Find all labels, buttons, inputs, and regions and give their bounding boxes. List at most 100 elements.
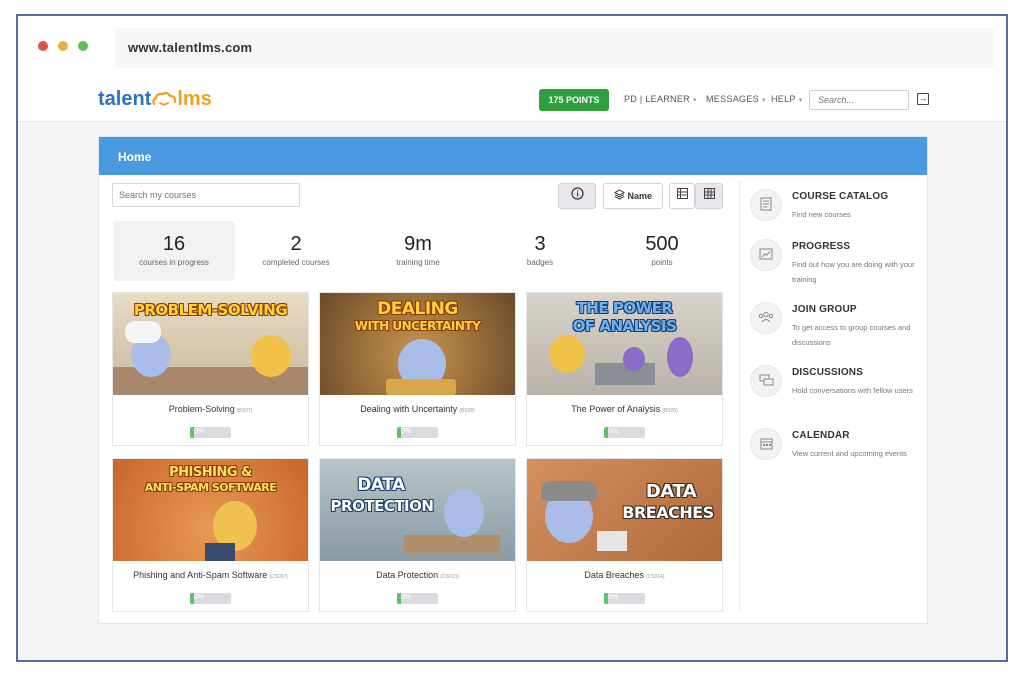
sidebar-item-join-group[interactable]: JOIN GROUP To get access to group course…: [750, 302, 920, 362]
browser-window: www.talentlms.com talent lms 175 POINTS P…: [16, 14, 1008, 662]
course-name: Dealing with Uncertainty (BS08): [320, 404, 515, 414]
grid-view-button[interactable]: [695, 183, 723, 209]
discussions-icon: [750, 365, 782, 397]
character-shape: [549, 335, 585, 373]
course-card-data-breaches[interactable]: DATA BREACHES Data Breaches (CS014) 0%: [526, 458, 723, 612]
points-button[interactable]: 175 POINTS: [539, 89, 609, 111]
course-name-text: The Power of Analysis: [571, 404, 661, 414]
global-search-input[interactable]: [809, 90, 909, 110]
sidebar-item-desc: To get access to group courses and discu…: [792, 323, 911, 347]
laptop-shape: [597, 531, 627, 551]
stat-badges[interactable]: 3 badges: [479, 221, 601, 281]
thumbnail-title-line-1: DATA: [357, 475, 405, 495]
grid-view-icon: [703, 188, 715, 199]
stat-value: 9m: [404, 233, 432, 255]
minimize-window-dot[interactable]: [58, 41, 68, 51]
course-progress-bar: 0%: [604, 427, 645, 438]
nav-role-menu[interactable]: PD | LEARNER ▾: [624, 94, 697, 104]
stat-label: badges: [526, 258, 554, 267]
maximize-window-dot[interactable]: [78, 41, 88, 51]
course-thumbnail[interactable]: PROBLEM-SOLVING: [113, 293, 308, 395]
logo-text-right: lms: [177, 88, 212, 110]
sidebar-item-title: PROGRESS: [792, 241, 851, 252]
sidebar-item-desc: Hold conversations with fellow users: [792, 386, 913, 395]
stat-value: 3: [534, 233, 546, 255]
close-window-dot[interactable]: [38, 41, 48, 51]
home-title-bar: Home: [99, 137, 927, 175]
character-shape: [251, 335, 291, 377]
stat-completed-courses[interactable]: 2 completed courses: [235, 221, 357, 281]
stat-label: points: [651, 258, 673, 267]
sidebar-item-desc: Find out how you are doing with your tra…: [792, 260, 915, 284]
course-code: (BS08): [459, 408, 475, 414]
course-thumbnail[interactable]: THE POWER OF ANALYSIS: [527, 293, 722, 395]
nav-role-label: PD | LEARNER: [624, 94, 690, 104]
sidebar-item-title: JOIN GROUP: [792, 304, 857, 315]
list-view-icon: [676, 188, 688, 199]
list-view-button[interactable]: [669, 183, 695, 209]
nav-help-menu[interactable]: HELP ▾: [771, 94, 803, 104]
browser-toolbar: www.talentlms.com: [18, 16, 1006, 78]
sidebar-item-desc: Find new courses: [792, 210, 851, 219]
sidebar-item-course-catalog[interactable]: COURSE CATALOG Find new courses: [750, 189, 920, 239]
laptop-shape: [205, 543, 235, 561]
logo-text-left: talent: [98, 88, 152, 110]
talentlms-logo[interactable]: talent lms: [98, 88, 212, 111]
course-name-text: Problem-Solving: [168, 404, 235, 414]
sidebar-item-desc: View current and upcoming events: [792, 449, 907, 458]
info-button[interactable]: [558, 183, 596, 209]
sort-by-name-button[interactable]: Name: [603, 183, 663, 209]
course-thumbnail[interactable]: PHISHING & ANTI-SPAM SOFTWARE: [113, 459, 308, 561]
chevron-down-icon: ▾: [761, 97, 766, 104]
sidebar-item-title: DISCUSSIONS: [792, 367, 864, 378]
counter-shape: [404, 535, 500, 553]
logout-icon[interactable]: →: [917, 93, 929, 105]
sidebar-item-discussions[interactable]: DISCUSSIONS Hold conversations with fell…: [750, 365, 920, 425]
chef-hat-shape: [125, 321, 161, 343]
course-name: Data Breaches (CS014): [527, 570, 722, 580]
chevron-down-icon: ▾: [798, 97, 803, 104]
progress-text: 0%: [608, 428, 619, 435]
course-code: (BS07): [236, 408, 253, 414]
course-thumbnail[interactable]: DATA BREACHES: [527, 459, 722, 561]
course-card-phishing-anti-spam[interactable]: PHISHING & ANTI-SPAM SOFTWARE Phishing a…: [112, 458, 309, 612]
stat-points[interactable]: 500 points: [601, 221, 723, 281]
course-name-text: Phishing and Anti-Spam Software: [133, 570, 268, 580]
course-code: (CS014): [645, 574, 665, 580]
page-title: Home: [118, 150, 152, 164]
character-shape: [623, 347, 645, 371]
sidebar-item-progress[interactable]: PROGRESS Find out how you are doing with…: [750, 239, 920, 299]
sidebar-item-calendar[interactable]: CALENDAR View current and upcoming event…: [750, 428, 920, 488]
course-thumbnail[interactable]: DEALING WITH UNCERTAINTY: [320, 293, 515, 395]
thumbnail-title-line-1: THE POWER: [576, 299, 673, 317]
character-shape: [444, 489, 484, 537]
course-card-data-protection[interactable]: DATA PROTECTION Data Protection (CS013) 0…: [319, 458, 516, 612]
progress-text: 0%: [608, 594, 619, 601]
course-card-dealing-with-uncertainty[interactable]: DEALING WITH UNCERTAINTY Dealing with Un…: [319, 292, 516, 446]
nav-messages-menu[interactable]: MESSAGES ▾: [706, 94, 766, 104]
stat-courses-in-progress[interactable]: 16 courses in progress: [113, 221, 235, 281]
thumbnail-title-line-1: DEALING: [377, 299, 458, 319]
detective-hat-shape: [541, 481, 597, 501]
course-card-problem-solving[interactable]: PROBLEM-SOLVING Problem-Solving (BS07) 0%: [112, 292, 309, 446]
course-thumbnail[interactable]: DATA PROTECTION: [320, 459, 515, 561]
address-bar[interactable]: www.talentlms.com: [114, 28, 994, 68]
thumbnail-title-line-1: DATA: [645, 481, 697, 502]
stats-row: 16 courses in progress 2 completed cours…: [113, 221, 723, 281]
stat-training-time[interactable]: 9m training time: [357, 221, 479, 281]
course-progress-bar: 0%: [190, 593, 231, 604]
course-name: The Power of Analysis (BS05): [527, 404, 722, 414]
thumbnail-title-line-2: BREACHES: [622, 503, 714, 522]
course-name: Problem-Solving (BS07): [113, 404, 308, 414]
course-name-text: Dealing with Uncertainty: [360, 404, 458, 414]
course-card-power-of-analysis[interactable]: THE POWER OF ANALYSIS The Power of Analy…: [526, 292, 723, 446]
stat-value: 2: [290, 233, 302, 255]
progress-icon: [750, 239, 782, 271]
course-name: Phishing and Anti-Spam Software (CS007): [113, 570, 308, 580]
course-progress-bar: 0%: [397, 593, 438, 604]
progress-text: 0%: [401, 428, 412, 435]
search-courses-input[interactable]: [112, 183, 300, 207]
course-progress-bar: 0%: [190, 427, 231, 438]
course-name-text: Data Protection: [376, 570, 439, 580]
thumbnail-title-line-1: PHISHING &: [169, 465, 252, 480]
